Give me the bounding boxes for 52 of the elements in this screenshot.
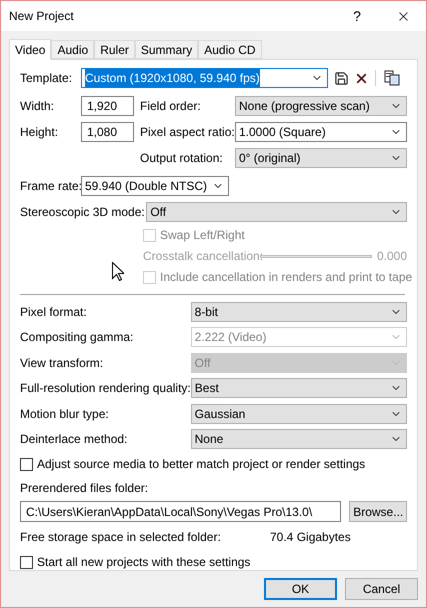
field-label: Motion blur type: [20,406,110,422]
field-label: View transform: [20,354,104,372]
dialog-button[interactable]: Cancel [345,578,418,600]
dropdown[interactable]: 1.0000 (Square) [235,122,407,142]
dropdown[interactable]: Off [146,202,407,222]
field-label: Output rotation: [140,150,224,167]
free-space-label: Free storage space in selected folder: [20,529,222,546]
tab[interactable]: Audio [51,40,94,59]
checkbox-label: Swap Left/Right [160,227,245,244]
field-label: Crosstalk cancellation: [143,248,260,265]
checkbox-label: Start all new projects with these settings [37,554,250,571]
dialog-button[interactable]: OK [264,578,337,600]
dropdown[interactable]: Best [190,378,407,398]
field-label: Full-resolution rendering quality: [20,380,191,397]
dropdown[interactable]: Gaussian [190,404,407,424]
browse-button[interactable]: Browse... [349,501,407,522]
field-label: Height: [20,124,60,141]
copy-icon[interactable] [384,70,400,86]
checkbox-label: Adjust source media to better match project or render settings [37,456,366,473]
field-label: Field order: [140,98,202,115]
save-icon[interactable] [334,70,349,86]
dropdown[interactable]: 0° (original) [235,148,407,168]
tab[interactable]: Audio CD [198,40,262,59]
frame-rate-dropdown[interactable]: 59.940 (Double NTSC) [81,176,229,196]
help-button[interactable]: ? [334,1,380,31]
checkbox-label: Include cancellation in renders and print to tape [160,269,412,286]
field-label: Stereoscopic 3D mode: [20,204,146,221]
tab[interactable]: Ruler [94,40,135,59]
field-label: Frame rate: [20,178,81,195]
dropdown[interactable]: None (progressive scan) [235,96,407,116]
field-label: Pixel format: [20,304,88,320]
field-label: Template: [20,70,74,87]
tab[interactable]: Video [9,39,52,60]
dropdown[interactable]: 8-bit [190,302,407,322]
field-label: Compositing gamma: [20,329,134,346]
window-title: New Project [9,8,75,25]
slider-value: 0.000 [376,248,407,265]
slider-track[interactable] [260,254,372,258]
template-dropdown[interactable]: Custom (1920x1080, 59.940 fps) [81,68,328,88]
input-field[interactable]: 1,920 [81,96,134,116]
mouse-cursor-icon [112,262,124,281]
field-label: Deinterlace method: [20,431,128,448]
free-space-value: 70.4 Gigabytes [270,529,351,546]
checkbox[interactable] [20,458,33,470]
field-label: Prerendered files folder: [20,480,150,497]
field-label: Width: [20,98,56,115]
tab[interactable]: Summary [134,40,198,59]
field-label: Pixel aspect ratio: [140,124,235,141]
dropdown[interactable]: None [190,429,407,449]
folder-path-field[interactable]: C:\Users\Kieran\AppData\Local\Sony\Vegas Pro\13.0\ [20,501,342,522]
input-field[interactable]: 1,080 [81,122,134,142]
checkbox[interactable] [20,556,33,568]
